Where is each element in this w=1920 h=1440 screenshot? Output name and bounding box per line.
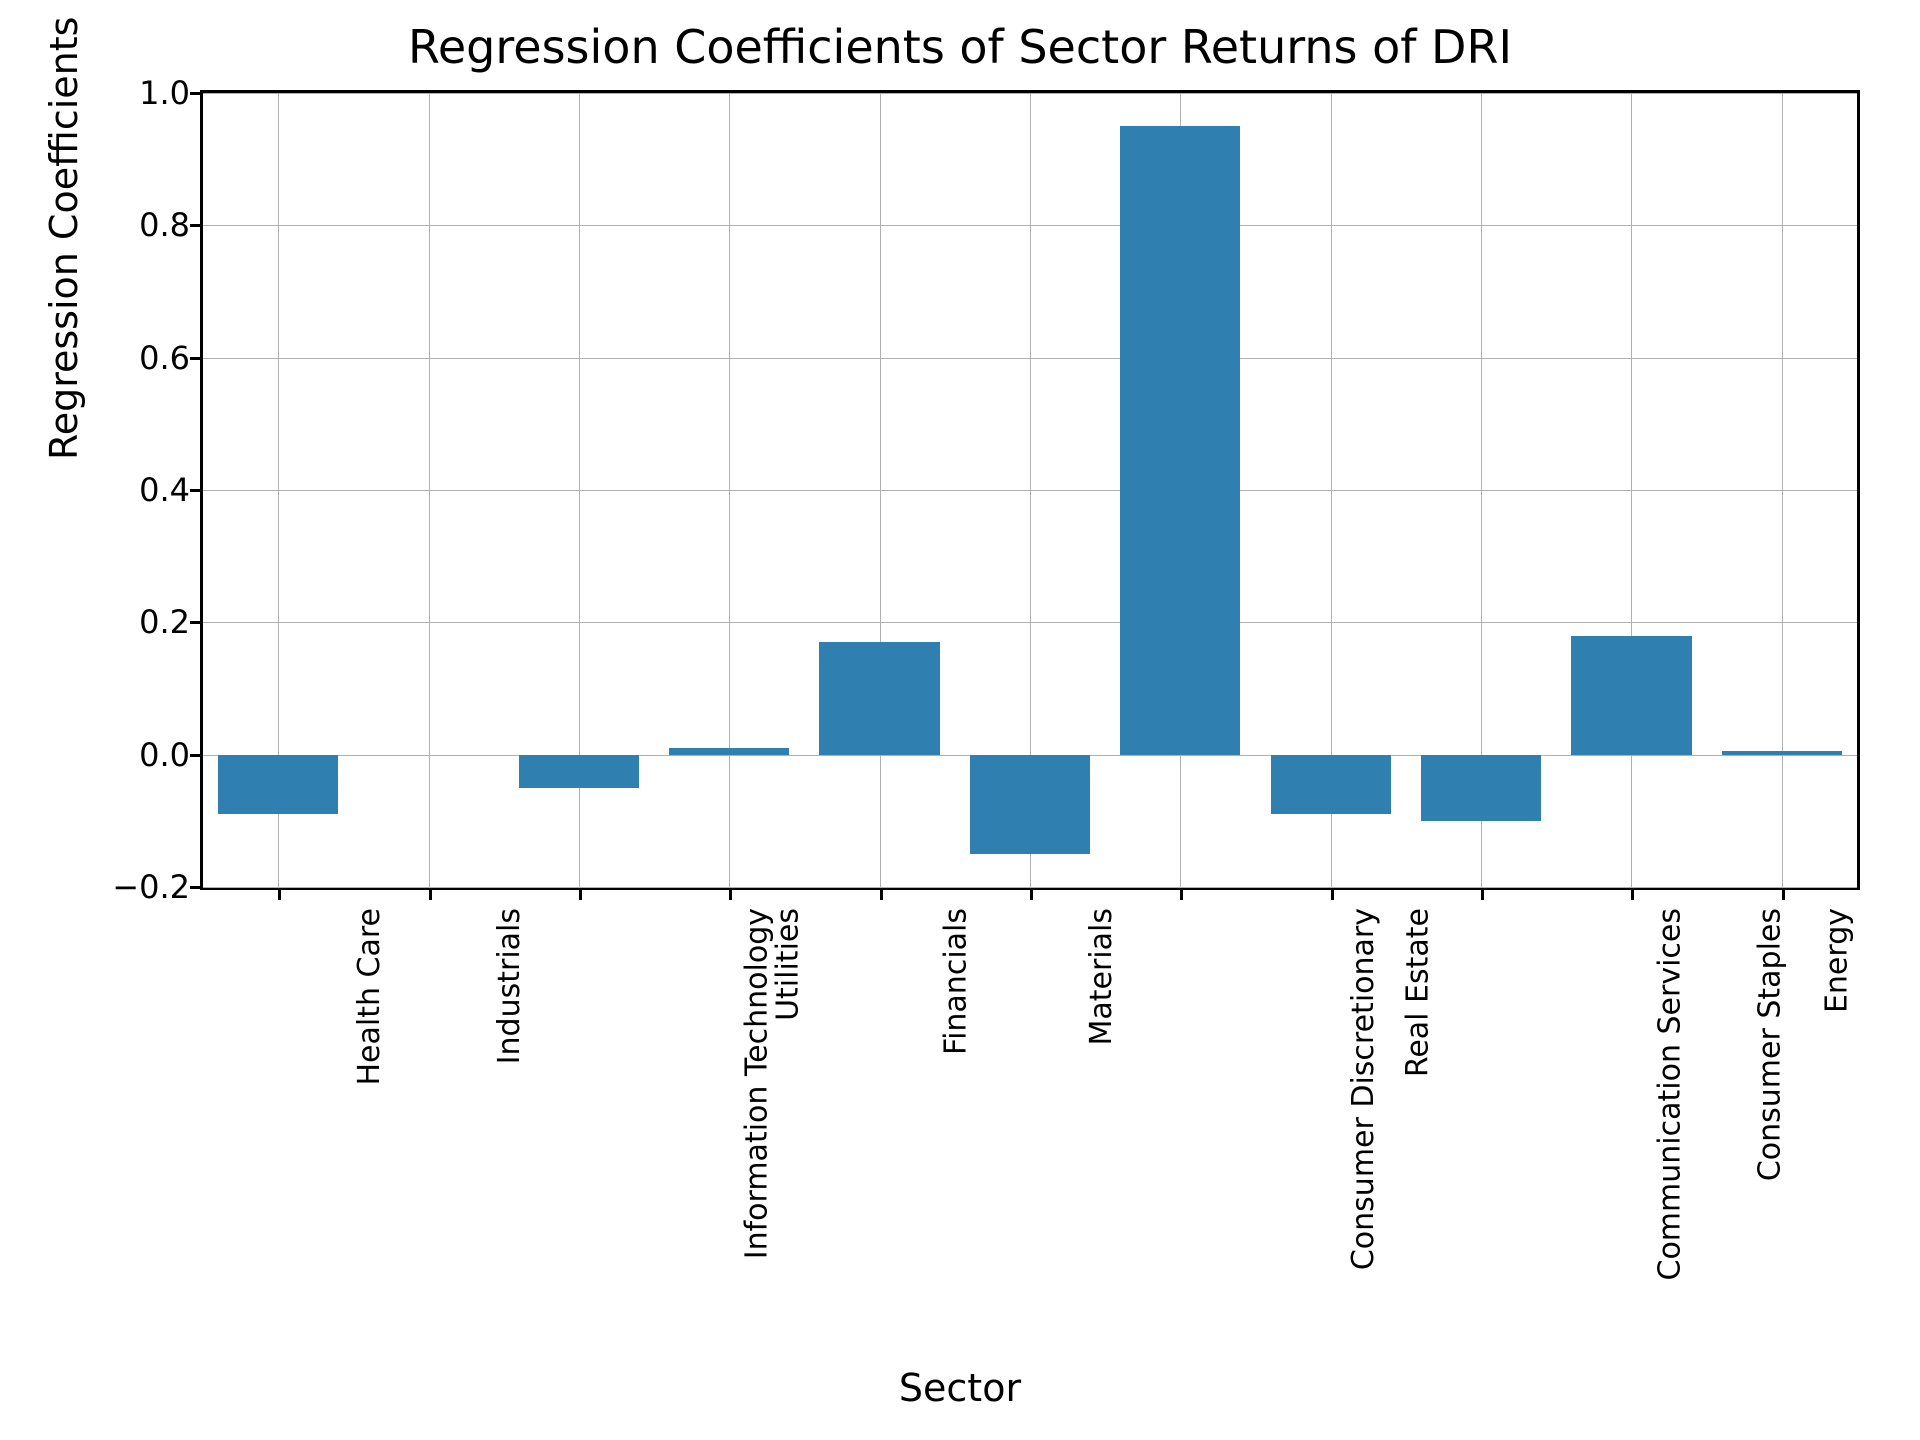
bar <box>218 755 338 815</box>
bar <box>1722 751 1842 754</box>
y-tick-mark <box>190 489 200 492</box>
x-tick-label: Industrials <box>492 908 527 1064</box>
x-tick-label: Consumer Discretionary <box>1346 908 1381 1270</box>
x-tick-mark <box>1631 890 1634 900</box>
bar <box>819 642 939 754</box>
y-tick-mark <box>190 621 200 624</box>
x-tick-mark <box>1782 890 1785 900</box>
plot-area <box>200 90 1860 890</box>
bar <box>1120 126 1240 755</box>
x-tick-label: Communication Services <box>1652 908 1687 1281</box>
bar <box>1421 755 1541 821</box>
bar <box>970 755 1090 854</box>
gridline-vertical <box>1782 93 1783 887</box>
x-tick-mark <box>278 890 281 900</box>
chart-title: Regression Coefficients of Sector Return… <box>0 20 1920 74</box>
x-tick-label: Consumer Staples <box>1753 908 1788 1181</box>
y-tick-label: 0.4 <box>10 471 190 509</box>
x-tick-mark <box>1481 890 1484 900</box>
y-tick-label: 1.0 <box>10 74 190 112</box>
gridline-vertical <box>429 93 430 887</box>
y-tick-mark <box>190 754 200 757</box>
y-tick-label: 0.2 <box>10 603 190 641</box>
x-tick-label: Health Care <box>352 908 387 1086</box>
y-tick-label: −0.2 <box>10 868 190 906</box>
x-tick-mark <box>429 890 432 900</box>
x-tick-mark <box>1331 890 1334 900</box>
y-tick-mark <box>190 224 200 227</box>
x-tick-label: Utilities <box>771 908 806 1021</box>
gridline-horizontal <box>203 887 1857 888</box>
x-tick-mark <box>880 890 883 900</box>
x-tick-label: Materials <box>1084 908 1119 1046</box>
y-tick-label: 0.6 <box>10 339 190 377</box>
x-tick-mark <box>1030 890 1033 900</box>
y-tick-label: 0.0 <box>10 736 190 774</box>
x-tick-mark <box>1180 890 1183 900</box>
y-tick-mark <box>190 92 200 95</box>
bar <box>519 755 639 788</box>
x-tick-label: Financials <box>938 908 973 1055</box>
gridline-vertical <box>880 93 881 887</box>
gridline-vertical <box>1631 93 1632 887</box>
bar <box>1571 636 1691 755</box>
y-tick-mark <box>190 357 200 360</box>
x-tick-label: Information Technology <box>740 908 775 1259</box>
y-tick-mark <box>190 886 200 889</box>
x-tick-label: Real Estate <box>1400 908 1435 1077</box>
x-tick-label: Energy <box>1819 908 1854 1013</box>
gridline-vertical <box>729 93 730 887</box>
x-tick-mark <box>579 890 582 900</box>
y-tick-label: 0.8 <box>10 206 190 244</box>
x-tick-mark <box>729 890 732 900</box>
bar <box>1271 755 1391 815</box>
figure: Regression Coefficients of Sector Return… <box>0 0 1920 1440</box>
x-axis-label: Sector <box>0 1366 1920 1410</box>
bar <box>669 748 789 755</box>
